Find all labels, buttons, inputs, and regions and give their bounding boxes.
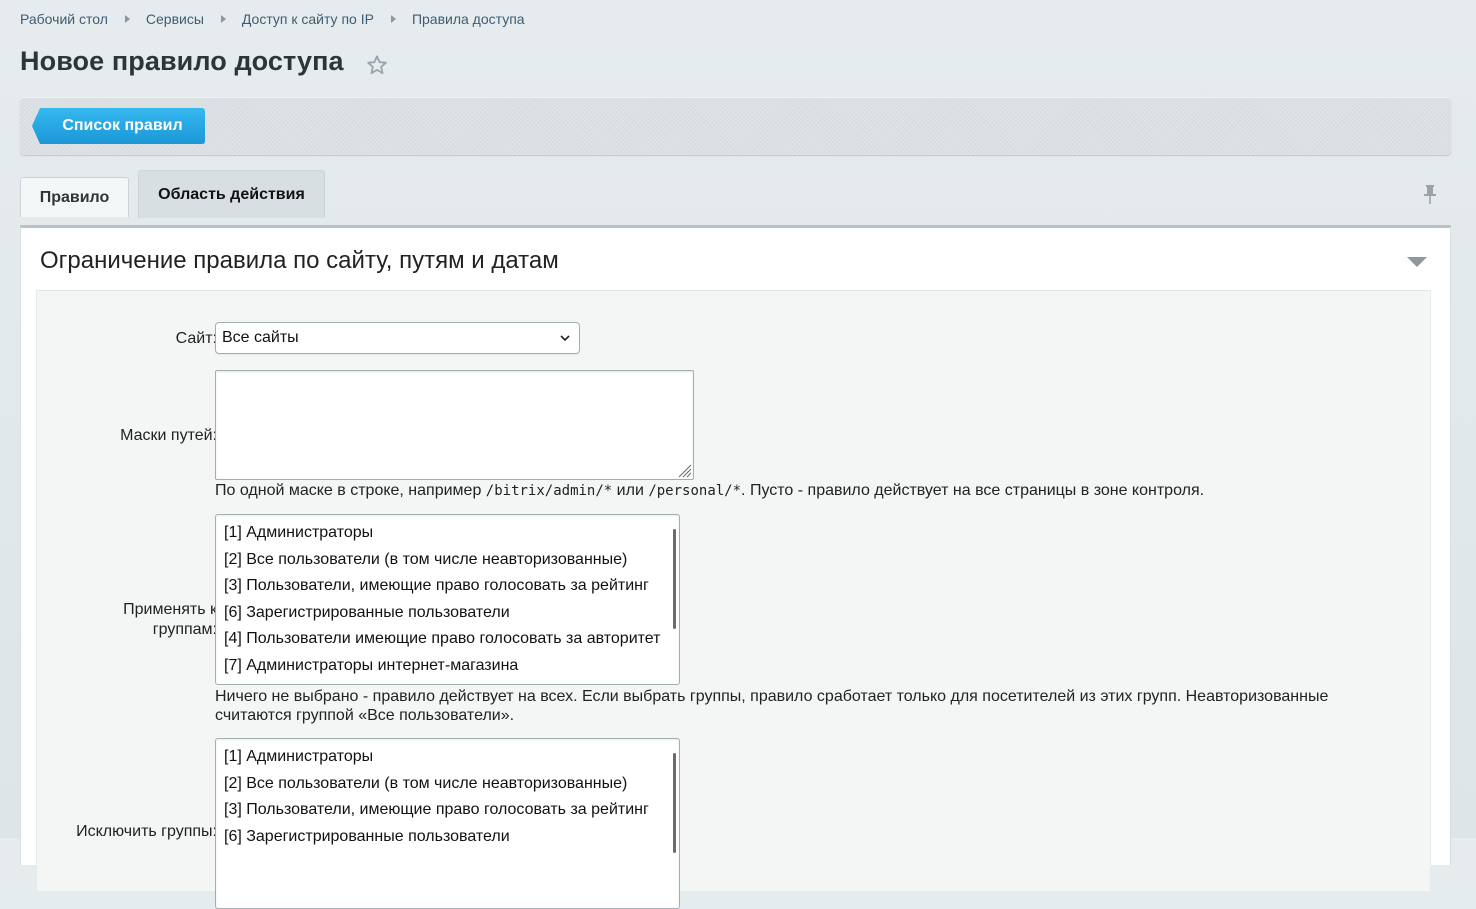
list-item[interactable]: [4] Пользователи имеющие право голосоват… — [224, 629, 660, 649]
site-label: Сайт: — [175, 330, 217, 347]
paths-hint: По одной маске в строке, например /bitri… — [215, 481, 1204, 501]
pin-icon[interactable] — [1421, 184, 1439, 206]
breadcrumb: Рабочий стол Сервисы Доступ к сайту по I… — [20, 11, 525, 27]
site-select[interactable]: Все сайты — [215, 322, 580, 354]
breadcrumb-item-services[interactable]: Сервисы — [146, 11, 204, 27]
star-icon[interactable] — [366, 54, 388, 76]
list-item[interactable]: [3] Пользователи, имеющие право голосова… — [224, 576, 649, 596]
exclude-groups-label: Исключить группы: — [76, 823, 217, 840]
apply-groups-listbox[interactable]: [1] Администраторы [2] Все пользователи … — [215, 514, 680, 685]
apply-groups-hint: Ничего не выбрано - правило действует на… — [215, 687, 1328, 725]
list-item[interactable]: [2] Все пользователи (в том числе неавто… — [224, 774, 627, 794]
list-item[interactable]: [1] Администраторы — [224, 747, 373, 767]
toolbar: Список правил — [20, 97, 1451, 155]
paths-hint-code-2: /personal/* — [648, 483, 742, 499]
apply-groups-label-line-1: Применять к — [123, 601, 217, 618]
form-area: Сайт: Все сайты Маски путей: По одной ма… — [36, 290, 1431, 909]
tab-rule[interactable]: Правило — [20, 177, 129, 217]
chevron-right-icon — [390, 15, 396, 23]
list-item[interactable]: [7] Администраторы интернет-магазина — [224, 656, 518, 676]
chevron-right-icon — [220, 15, 226, 23]
apply-groups-label-line-2: группам: — [152, 621, 217, 638]
chevron-right-icon — [124, 15, 130, 23]
paths-hint-text-3: . Пусто - правило действует на все стран… — [741, 482, 1205, 499]
tab-scope[interactable]: Область действия — [138, 170, 325, 218]
chevron-down-icon — [560, 335, 570, 342]
listbox-scrollbar[interactable] — [673, 753, 676, 853]
apply-groups-hint-line-2: считаются группой «Все пользователи». — [215, 707, 515, 724]
paths-hint-code-1: /bitrix/admin/* — [485, 483, 613, 499]
list-item[interactable]: [3] Пользователи, имеющие право голосова… — [224, 800, 649, 820]
site-select-value: Все сайты — [222, 329, 299, 346]
paths-label: Маски путей: — [120, 427, 217, 444]
breadcrumb-item-desktop[interactable]: Рабочий стол — [20, 11, 108, 27]
exclude-groups-listbox[interactable]: [1] Администраторы [2] Все пользователи … — [215, 738, 680, 909]
list-item[interactable]: [1] Администраторы — [224, 523, 373, 543]
breadcrumb-item-ip-access[interactable]: Доступ к сайту по IP — [242, 11, 374, 27]
paths-hint-text-1: По одной маске в строке, например — [215, 482, 486, 499]
breadcrumb-item-access-rules[interactable]: Правила доступа — [412, 11, 525, 27]
title-row: Новое правило доступа — [20, 46, 388, 77]
apply-groups-label: Применять к группам: — [123, 600, 217, 640]
rules-list-button[interactable]: Список правил — [32, 108, 205, 144]
listbox-scrollbar[interactable] — [673, 529, 676, 629]
paths-hint-text-2: или — [612, 482, 649, 499]
list-item[interactable]: [6] Зарегистрированные пользователи — [224, 827, 510, 847]
paths-textarea[interactable] — [215, 370, 694, 480]
list-item[interactable]: [2] Все пользователи (в том числе неавто… — [224, 550, 627, 570]
list-item[interactable]: [6] Зарегистрированные пользователи — [224, 603, 510, 623]
apply-groups-hint-line-1: Ничего не выбрано - правило действует на… — [215, 688, 1329, 705]
section-title: Ограничение правила по сайту, путям и да… — [40, 247, 559, 274]
page-title: Новое правило доступа — [20, 46, 344, 76]
scope-panel: Ограничение правила по сайту, путям и да… — [20, 225, 1451, 909]
resize-icon[interactable] — [676, 462, 692, 478]
chevron-down-icon[interactable] — [1406, 255, 1428, 269]
